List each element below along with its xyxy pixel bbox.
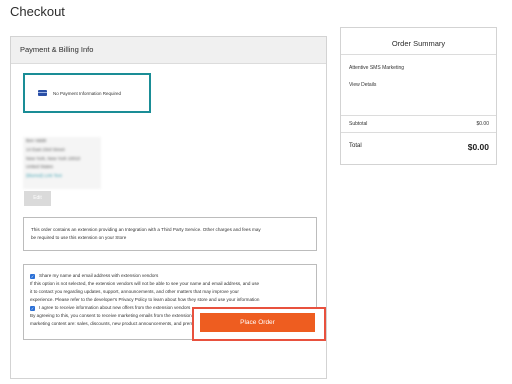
edit-button[interactable]: Edit bbox=[24, 191, 51, 206]
address-link[interactable]: (blurred) Link Text bbox=[23, 172, 101, 181]
notice-line: This order contains an extension providi… bbox=[31, 227, 261, 232]
billing-address: Ben Valdé 14 East 23rd Street New York, … bbox=[23, 137, 101, 189]
share-consent-row[interactable]: ✓ Share my name and email address with e… bbox=[30, 272, 311, 280]
consent-description: it to contact you regarding updates, sup… bbox=[30, 289, 239, 294]
offers-consent-checkbox[interactable]: ✓ bbox=[30, 305, 35, 311]
share-consent-label: Share my name and email address with ext… bbox=[39, 273, 159, 278]
summary-item-name: Attentive SMS Marketing bbox=[349, 65, 405, 71]
payment-method-text: No Payment Information Required bbox=[53, 90, 122, 96]
address-line: 14 East 23rd Street bbox=[26, 146, 65, 152]
total-value: $0.00 bbox=[467, 142, 489, 152]
divider bbox=[341, 115, 496, 116]
divider bbox=[341, 54, 496, 55]
address-line: New York, New York 10010 bbox=[26, 155, 81, 161]
third-party-notice: This order contains an extension providi… bbox=[23, 217, 317, 251]
view-details-link[interactable]: View Details bbox=[349, 82, 376, 88]
total-label: Total bbox=[349, 143, 362, 149]
subtotal-label: Subtotal bbox=[349, 121, 368, 127]
divider bbox=[341, 132, 496, 133]
share-consent-checkbox[interactable]: ✓ bbox=[30, 273, 35, 279]
payment-billing-header: Payment & Billing Info bbox=[11, 37, 326, 64]
page-title: Checkout bbox=[10, 4, 65, 19]
offers-consent-label: I agree to receive information about new… bbox=[39, 305, 191, 310]
address-line: Ben Valdé bbox=[26, 138, 47, 143]
payment-method-card[interactable]: No Payment Information Required bbox=[23, 73, 151, 113]
place-order-button[interactable]: Place Order bbox=[200, 313, 315, 332]
consent-description: If this option is not selected, the exte… bbox=[30, 281, 260, 286]
consent-description: experience. Please refer to the develope… bbox=[30, 297, 260, 302]
order-summary-title: Order Summary bbox=[391, 39, 446, 48]
subtotal-value: $0.00 bbox=[476, 121, 489, 127]
credit-card-icon bbox=[38, 90, 47, 96]
address-line: United States bbox=[26, 164, 54, 170]
order-summary-panel: Order Summary Attentive SMS Marketing Vi… bbox=[340, 27, 497, 165]
notice-line: be required to use this extension on you… bbox=[31, 235, 127, 240]
